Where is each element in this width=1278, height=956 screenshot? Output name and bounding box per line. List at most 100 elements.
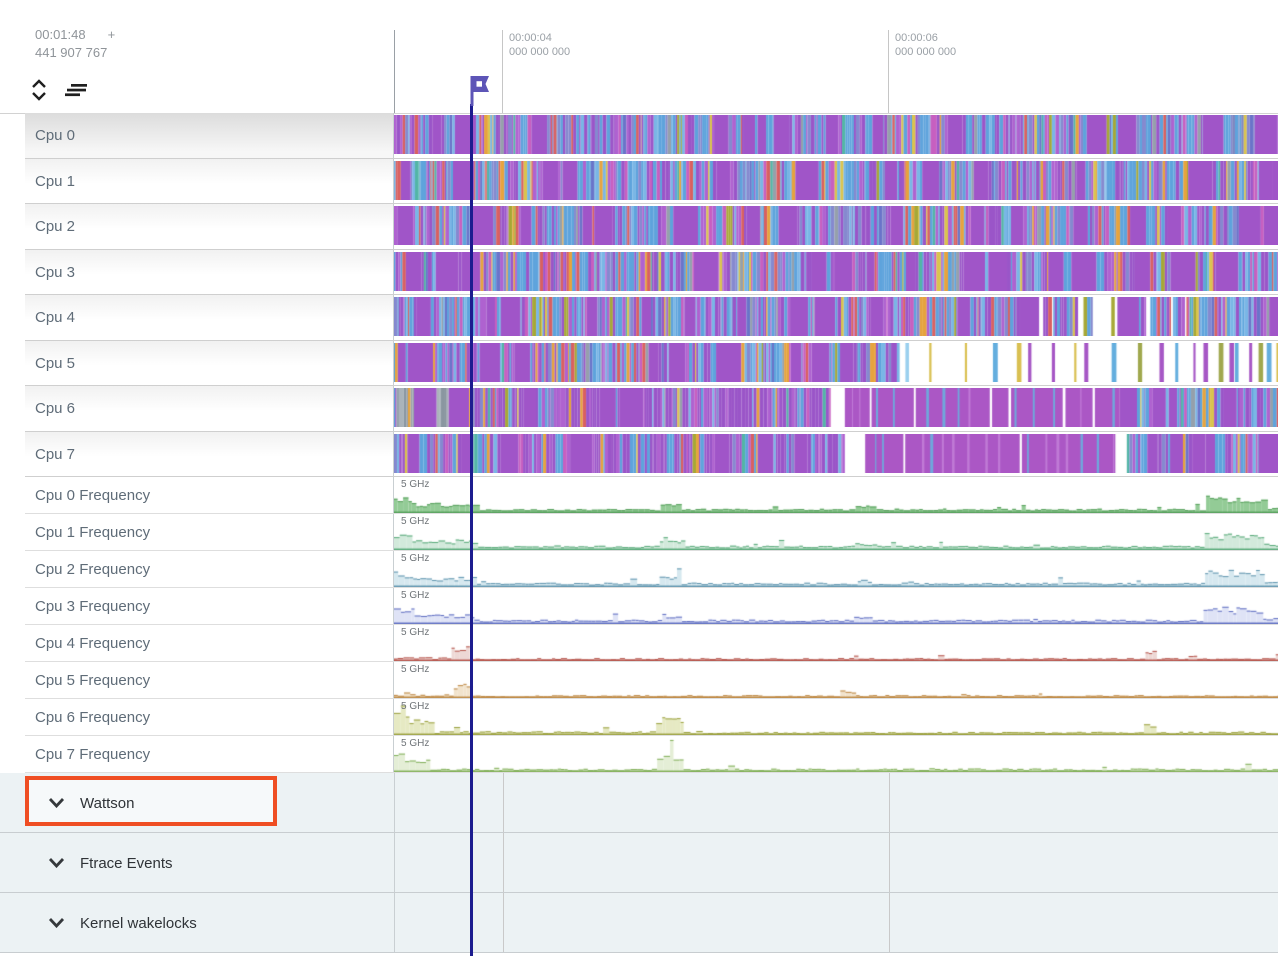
track-shell-cpu-1-frequency[interactable]: Cpu 1 Frequency — [25, 514, 394, 551]
track-row-cpu-0: Cpu 0 — [0, 113, 1278, 159]
track-shell-cpu-3-frequency[interactable]: Cpu 3 Frequency — [25, 588, 394, 625]
sort-tracks-button[interactable] — [63, 83, 89, 97]
track-content: 5 GHz — [394, 625, 1278, 662]
group-track-area — [394, 833, 1278, 893]
track-shell-cpu-5[interactable]: Cpu 5 — [25, 341, 394, 387]
group-track-area — [394, 773, 1278, 833]
track-shell-cpu-2-frequency[interactable]: Cpu 2 Frequency — [25, 551, 394, 588]
track-shell-cpu-7[interactable]: Cpu 7 — [25, 432, 394, 478]
cpu-frequency-track-canvas[interactable] — [394, 589, 1278, 624]
track-shell-cpu-5-frequency[interactable]: Cpu 5 Frequency — [25, 662, 394, 699]
chevron-down-icon — [48, 796, 65, 811]
track-list: Cpu 0 Cpu 1 Cpu 2 Cpu 3 Cpu 4 Cpu 5 Cpu … — [0, 113, 1278, 953]
track-content: 5 GHz — [394, 662, 1278, 699]
track-content: 5 GHz — [394, 588, 1278, 625]
track-content: 5 GHz — [394, 477, 1278, 514]
cpu-sched-track-canvas[interactable] — [394, 388, 1278, 427]
track-content — [394, 159, 1278, 205]
group-label: Wattson — [80, 795, 134, 812]
track-row-cpu-1: Cpu 1 — [0, 159, 1278, 205]
group-header-wattson[interactable]: Wattson — [0, 794, 346, 813]
trace-time-hms: 00:01:48 — [35, 26, 86, 44]
cpu-frequency-track-canvas[interactable] — [394, 700, 1278, 735]
track-label: Cpu 7 — [35, 446, 75, 463]
group-track-area — [394, 893, 1278, 953]
track-content: 5 GHz — [394, 699, 1278, 736]
cpu-sched-track-canvas[interactable] — [394, 343, 1278, 382]
track-row-cpu-0-frequency: Cpu 0 Frequency 5 GHz — [0, 477, 1278, 514]
group-header-kernel-wakelocks[interactable]: Kernel wakelocks — [0, 914, 346, 933]
cpu-sched-track-canvas[interactable] — [394, 434, 1278, 473]
cpu-sched-track-canvas[interactable] — [394, 115, 1278, 154]
track-content — [394, 386, 1278, 432]
frequency-scale-label: 5 GHz — [401, 701, 429, 712]
track-shell-cpu-4-frequency[interactable]: Cpu 4 Frequency — [25, 625, 394, 662]
cpu-frequency-track-canvas[interactable] — [394, 515, 1278, 550]
cpu-sched-track-canvas[interactable] — [394, 252, 1278, 291]
track-content: 5 GHz — [394, 736, 1278, 773]
cpu-frequency-track-canvas[interactable] — [394, 663, 1278, 698]
track-shell-cpu-0[interactable]: Cpu 0 — [25, 113, 394, 159]
group-label: Kernel wakelocks — [80, 915, 197, 932]
track-label: Cpu 4 — [35, 309, 75, 326]
track-label: Cpu 5 Frequency — [35, 672, 150, 689]
group-row-wattson: Wattson — [0, 773, 1278, 833]
track-shell-cpu-2[interactable]: Cpu 2 — [25, 204, 394, 250]
sort-lines-icon — [63, 85, 89, 100]
perfetto-timeline-view: 00:01:48 + 441 907 767 — [0, 0, 1278, 956]
track-row-cpu-2: Cpu 2 — [0, 204, 1278, 250]
trace-time-header: 00:01:48 + 441 907 767 — [35, 26, 115, 61]
track-row-cpu-5: Cpu 5 — [0, 341, 1278, 387]
frequency-scale-label: 5 GHz — [401, 627, 429, 638]
trace-time-ns: 441 907 767 — [35, 44, 115, 62]
cpu-sched-track-canvas[interactable] — [394, 206, 1278, 245]
flag-icon[interactable] — [464, 72, 494, 108]
track-row-cpu-7: Cpu 7 — [0, 432, 1278, 478]
track-content — [394, 250, 1278, 296]
frequency-scale-label: 5 GHz — [401, 479, 429, 490]
chevron-down-icon — [48, 856, 65, 871]
track-shell-cpu-6[interactable]: Cpu 6 — [25, 386, 394, 432]
track-row-cpu-7-frequency: Cpu 7 Frequency 5 GHz — [0, 736, 1278, 773]
timeline-gridline — [503, 893, 504, 953]
gridline-time-label: 00:00:06 000 000 000 — [895, 31, 956, 60]
track-shell-cpu-6-frequency[interactable]: Cpu 6 Frequency — [25, 699, 394, 736]
track-content — [394, 295, 1278, 341]
frequency-scale-label: 5 GHz — [401, 553, 429, 564]
timeline-gridline — [889, 833, 890, 893]
track-shell-cpu-1[interactable]: Cpu 1 — [25, 159, 394, 205]
timeline-gridline: 00:00:06 000 000 000 — [888, 30, 889, 113]
group-row-ftrace-events: Ftrace Events — [0, 833, 1278, 893]
cpu-frequency-track-canvas[interactable] — [394, 478, 1278, 513]
track-shell-cpu-3[interactable]: Cpu 3 — [25, 250, 394, 296]
track-content: 5 GHz — [394, 551, 1278, 588]
track-row-cpu-2-frequency: Cpu 2 Frequency 5 GHz — [0, 551, 1278, 588]
timeline-gridline: 00:00:04 000 000 000 — [502, 30, 503, 113]
timeline-gridline — [503, 773, 504, 833]
track-row-cpu-1-frequency: Cpu 1 Frequency 5 GHz — [0, 514, 1278, 551]
cpu-frequency-track-canvas[interactable] — [394, 626, 1278, 661]
expand-collapse-tracks-button[interactable] — [31, 79, 47, 101]
time-ruler[interactable]: 00:00:04 000 000 000 00:00:06 000 000 00… — [0, 30, 1278, 114]
track-label: Cpu 3 — [35, 264, 75, 281]
track-shell-cpu-0-frequency[interactable]: Cpu 0 Frequency — [25, 477, 394, 514]
track-label: Cpu 0 Frequency — [35, 487, 150, 504]
cpu-frequency-track-canvas[interactable] — [394, 737, 1278, 772]
frequency-scale-label: 5 GHz — [401, 664, 429, 675]
timeline-gridline — [889, 773, 890, 833]
track-row-cpu-4: Cpu 4 — [0, 295, 1278, 341]
cpu-sched-track-canvas[interactable] — [394, 161, 1278, 200]
flag-marker-line — [470, 104, 473, 956]
group-header-ftrace-events[interactable]: Ftrace Events — [0, 854, 346, 873]
cpu-frequency-track-canvas[interactable] — [394, 552, 1278, 587]
timeline-gridline — [503, 833, 504, 893]
track-content — [394, 204, 1278, 250]
frequency-scale-label: 5 GHz — [401, 738, 429, 749]
track-label: Cpu 1 Frequency — [35, 524, 150, 541]
cpu-sched-track-canvas[interactable] — [394, 297, 1278, 336]
panel-border-line — [394, 30, 395, 113]
track-shell-cpu-4[interactable]: Cpu 4 — [25, 295, 394, 341]
track-row-cpu-5-frequency: Cpu 5 Frequency 5 GHz — [0, 662, 1278, 699]
track-shell-cpu-7-frequency[interactable]: Cpu 7 Frequency — [25, 736, 394, 773]
track-label: Cpu 3 Frequency — [35, 598, 150, 615]
